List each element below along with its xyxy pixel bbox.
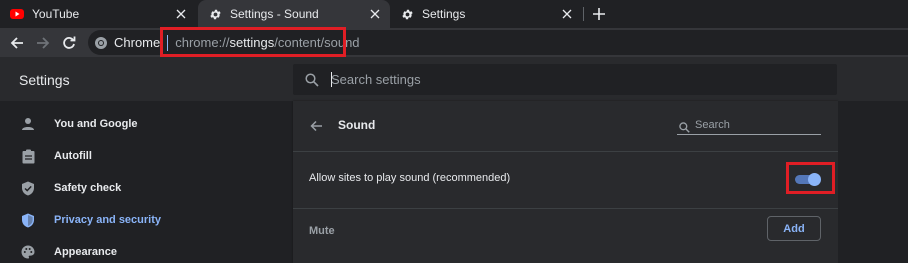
sidebar-item-label: Safety check	[54, 182, 122, 194]
sidebar-item-privacy-and-security[interactable]: Privacy and security	[0, 204, 293, 236]
tab-strip: YouTube Settings - Sound Settings	[0, 0, 908, 28]
clipboard-icon	[20, 148, 36, 164]
mute-label: Mute	[309, 225, 335, 237]
add-button[interactable]: Add	[767, 216, 821, 241]
youtube-icon	[10, 7, 24, 21]
toolbar: Chrome chrome://settings/content/sound	[0, 28, 908, 57]
tab-settings-sound[interactable]: Settings - Sound	[198, 0, 390, 28]
sound-settings-card: Sound Allow sites to play sound (recomme…	[293, 101, 838, 263]
sidebar-item-appearance[interactable]: Appearance	[0, 236, 293, 263]
chip-label: Chrome	[114, 35, 161, 50]
search-icon	[679, 120, 690, 133]
person-icon	[20, 116, 36, 132]
settings-header: Settings	[0, 57, 908, 101]
settings-search-box[interactable]	[293, 64, 837, 95]
search-icon	[305, 72, 319, 87]
divider	[293, 208, 838, 209]
tab-title: Settings	[422, 7, 466, 21]
shield-icon	[20, 212, 36, 228]
url-highlight-box	[160, 27, 346, 57]
reload-icon[interactable]	[60, 34, 78, 52]
close-icon[interactable]	[368, 7, 382, 21]
allow-sound-label: Allow sites to play sound (recommended)	[309, 172, 511, 184]
gear-icon	[400, 7, 414, 21]
sidebar-item-safety-check[interactable]: Safety check	[0, 172, 293, 204]
page-title: Settings	[19, 72, 70, 88]
tab-title: Settings - Sound	[230, 7, 319, 21]
gear-icon	[208, 7, 222, 21]
sidebar-item-label: Autofill	[54, 150, 92, 162]
sound-search-box[interactable]	[677, 116, 821, 135]
right-pane	[838, 101, 908, 263]
sidebar-item-autofill[interactable]: Autofill	[0, 140, 293, 172]
close-icon[interactable]	[174, 7, 188, 21]
sidebar-item-label: You and Google	[54, 118, 138, 130]
sidebar-item-label: Appearance	[54, 246, 117, 258]
tab-title: YouTube	[32, 7, 80, 21]
sidebar-item-label: Privacy and security	[54, 214, 162, 226]
site-chip[interactable]: Chrome	[88, 30, 160, 55]
settings-sidebar: You and Google Autofill Safety check Pri…	[0, 101, 293, 263]
settings-search-input[interactable]	[331, 72, 837, 87]
tab-youtube[interactable]: YouTube	[0, 0, 196, 28]
toggle-highlight-box	[786, 162, 835, 194]
tab-separator	[583, 7, 584, 21]
sound-search-input[interactable]	[695, 119, 815, 131]
chrome-icon	[94, 36, 108, 50]
tab-settings[interactable]: Settings	[390, 0, 582, 28]
shield-check-icon	[20, 180, 36, 196]
back-icon[interactable]	[8, 34, 26, 52]
sidebar-item-you-and-google[interactable]: You and Google	[0, 108, 293, 140]
divider	[293, 151, 838, 152]
forward-icon[interactable]	[34, 34, 52, 52]
palette-icon	[20, 244, 36, 260]
close-icon[interactable]	[560, 7, 574, 21]
section-title: Sound	[338, 118, 376, 132]
back-arrow-icon[interactable]	[309, 119, 323, 133]
new-tab-icon[interactable]	[590, 5, 608, 23]
